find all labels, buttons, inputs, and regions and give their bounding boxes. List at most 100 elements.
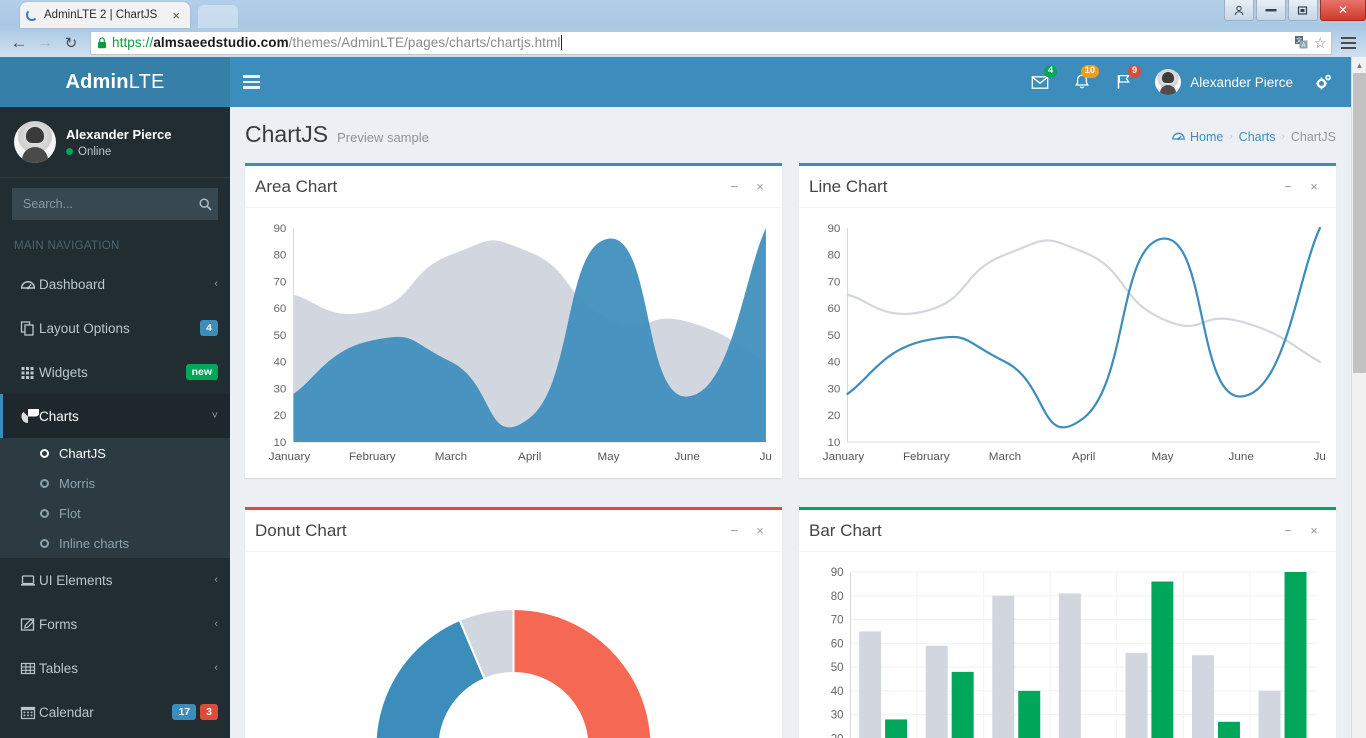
sidebar-subitem-label: Inline charts (59, 535, 130, 551)
svg-text:30: 30 (831, 710, 844, 722)
sidebar-item-morris[interactable]: Morris (0, 468, 230, 498)
bookmark-star-icon[interactable]: ☆ (1314, 34, 1327, 52)
logo-light: LTE (128, 70, 165, 93)
content-header: ChartJS Preview sample Home › Charts › C… (245, 121, 1336, 151)
sidebar-toggle-icon[interactable] (230, 57, 272, 107)
sidebar-item-charts[interactable]: Charts ˅ (0, 394, 230, 438)
browser-toolbar: ← → ↻ https://almsaeedstudio.com/themes/… (0, 28, 1366, 57)
chevron-left-icon: ‹ (214, 662, 218, 674)
minimize-icon[interactable]: − (722, 519, 746, 543)
scroll-up-arrow-icon[interactable]: ▲ (1352, 57, 1366, 73)
scrollbar-thumb[interactable] (1353, 73, 1366, 373)
svg-text:10: 10 (273, 437, 286, 449)
sidebar-item-tables[interactable]: Tables ‹ (0, 646, 230, 690)
close-icon[interactable]: × (748, 519, 772, 543)
window-close-button[interactable]: ✕ (1320, 0, 1366, 21)
donut-chart-canvas[interactable] (255, 562, 772, 738)
sidebar-item-dashboard[interactable]: Dashboard ‹ (0, 262, 230, 306)
breadcrumb-home[interactable]: Home (1172, 130, 1223, 144)
svg-text:30: 30 (273, 384, 286, 396)
close-icon[interactable]: × (1302, 519, 1326, 543)
status-badge: 4 (200, 320, 218, 336)
bar-chart-canvas[interactable]: 2030405060708090JanuaryFebruaryMarchApri… (809, 562, 1326, 738)
close-icon[interactable]: × (1302, 175, 1326, 199)
sidebar-subitem-label: ChartJS (59, 445, 106, 461)
window-minimize-button[interactable] (1256, 0, 1286, 21)
laptop-icon (17, 573, 39, 588)
window-maximize-button[interactable] (1288, 0, 1318, 21)
close-icon[interactable]: × (748, 175, 772, 199)
page-scrollbar[interactable]: ▲ (1351, 57, 1366, 738)
donut-chart-box: Donut Chart − × (245, 507, 782, 738)
chevron-left-icon: ‹ (214, 574, 218, 586)
sidebar-item-layout-options[interactable]: Layout Options 4 (0, 306, 230, 350)
svg-text:10: 10 (827, 437, 840, 449)
sidebar-item-calendar[interactable]: Calendar 17 3 (0, 690, 230, 734)
sidebar-item-inline-charts[interactable]: Inline charts (0, 528, 230, 558)
new-tab-button[interactable] (198, 5, 238, 28)
sidebar-user-status-label: Online (78, 145, 112, 158)
notifications-button[interactable]: 10 (1061, 57, 1103, 107)
breadcrumb-separator-icon: › (1281, 131, 1285, 142)
circle-bullet-icon (40, 478, 49, 488)
search-icon[interactable] (194, 197, 217, 211)
translate-icon[interactable]: 文A (1294, 36, 1308, 49)
sidebar-item-forms[interactable]: Forms ‹ (0, 602, 230, 646)
svg-text:80: 80 (273, 250, 286, 262)
sidebar-item-flot[interactable]: Flot (0, 498, 230, 528)
sidebar-subitem-label: Morris (59, 475, 96, 491)
app-logo[interactable]: Admin LTE (0, 57, 230, 107)
svg-text:50: 50 (273, 330, 286, 342)
navbar-user-menu[interactable]: Alexander Pierce (1145, 57, 1303, 107)
column-right: Line Chart − × 10 20 30 40 50 60 70 80 90 January… (799, 163, 1336, 495)
area-chart-canvas[interactable]: 10 20 30 40 50 60 70 80 90 January February March Ap… (255, 218, 772, 468)
tab-close-icon[interactable]: × (168, 8, 184, 23)
svg-text:40: 40 (273, 357, 286, 369)
search-input[interactable] (13, 197, 194, 211)
column-right-2: Bar Chart − × 2030405060708090JanuaryFeb… (799, 507, 1336, 738)
box-body: 10 20 30 40 50 60 70 80 90 January February March Ap… (799, 208, 1336, 478)
address-bar[interactable]: https://almsaeedstudio.com/themes/AdminL… (90, 30, 1332, 55)
sidebar-user-panel[interactable]: Alexander Pierce Online (0, 107, 230, 178)
browser-menu-icon[interactable] (1336, 36, 1360, 49)
status-badge: new (185, 364, 218, 380)
bar-chart-box: Bar Chart − × 2030405060708090JanuaryFeb… (799, 507, 1336, 738)
window-user-icon[interactable] (1224, 0, 1254, 21)
browser-chrome: AdminLTE 2 | ChartJS × ✕ ← → ↻ https://a… (0, 0, 1366, 57)
svg-text:May: May (597, 451, 619, 463)
svg-text:A: A (1301, 43, 1305, 49)
control-sidebar-toggle[interactable] (1303, 57, 1345, 107)
breadcrumb-item-charts[interactable]: Charts (1239, 130, 1276, 144)
sidebar-item-label: Widgets (39, 364, 88, 380)
sidebar-item-widgets[interactable]: Widgets new (0, 350, 230, 394)
dashboard-home-icon (1172, 131, 1185, 142)
circle-bullet-icon (40, 538, 49, 548)
sidebar-nav-header: MAIN NAVIGATION (14, 240, 120, 252)
reload-icon[interactable]: ↻ (58, 31, 84, 55)
box-header: Line Chart − × (799, 166, 1336, 208)
notifications-count-badge: 10 (1080, 65, 1100, 78)
forward-arrow-icon[interactable]: → (32, 31, 58, 55)
line-chart-canvas[interactable]: 10 20 30 40 50 60 70 80 90 January February March Ap… (809, 218, 1326, 468)
tasks-button[interactable]: 9 (1103, 57, 1145, 107)
svg-text:50: 50 (831, 662, 844, 674)
minimize-icon[interactable]: − (722, 175, 746, 199)
minimize-icon[interactable]: − (1276, 519, 1300, 543)
back-arrow-icon[interactable]: ← (6, 31, 32, 55)
svg-text:80: 80 (831, 591, 844, 603)
svg-text:60: 60 (273, 303, 286, 315)
page-viewport: AdminLTE Alexander Pierce Online MAIN NA… (0, 57, 1366, 738)
breadcrumb-item-chartjs: ChartJS (1290, 129, 1336, 144)
box-tools: − × (1276, 175, 1326, 199)
messages-button[interactable]: 4 (1019, 57, 1061, 107)
svg-text:January: January (269, 451, 311, 463)
svg-text:April: April (1072, 451, 1095, 463)
sidebar-item-ui-elements[interactable]: UI Elements ‹ (0, 558, 230, 602)
area-chart-box: Area Chart − × 10 20 30 40 50 60 70 80 90 January… (245, 163, 782, 478)
browser-tab[interactable]: AdminLTE 2 | ChartJS × (20, 2, 190, 28)
sidebar-search-form[interactable] (12, 188, 218, 220)
svg-text:40: 40 (827, 357, 840, 369)
svg-text:90: 90 (827, 223, 840, 235)
sidebar-item-chartjs[interactable]: ChartJS (0, 438, 230, 468)
minimize-icon[interactable]: − (1276, 175, 1300, 199)
